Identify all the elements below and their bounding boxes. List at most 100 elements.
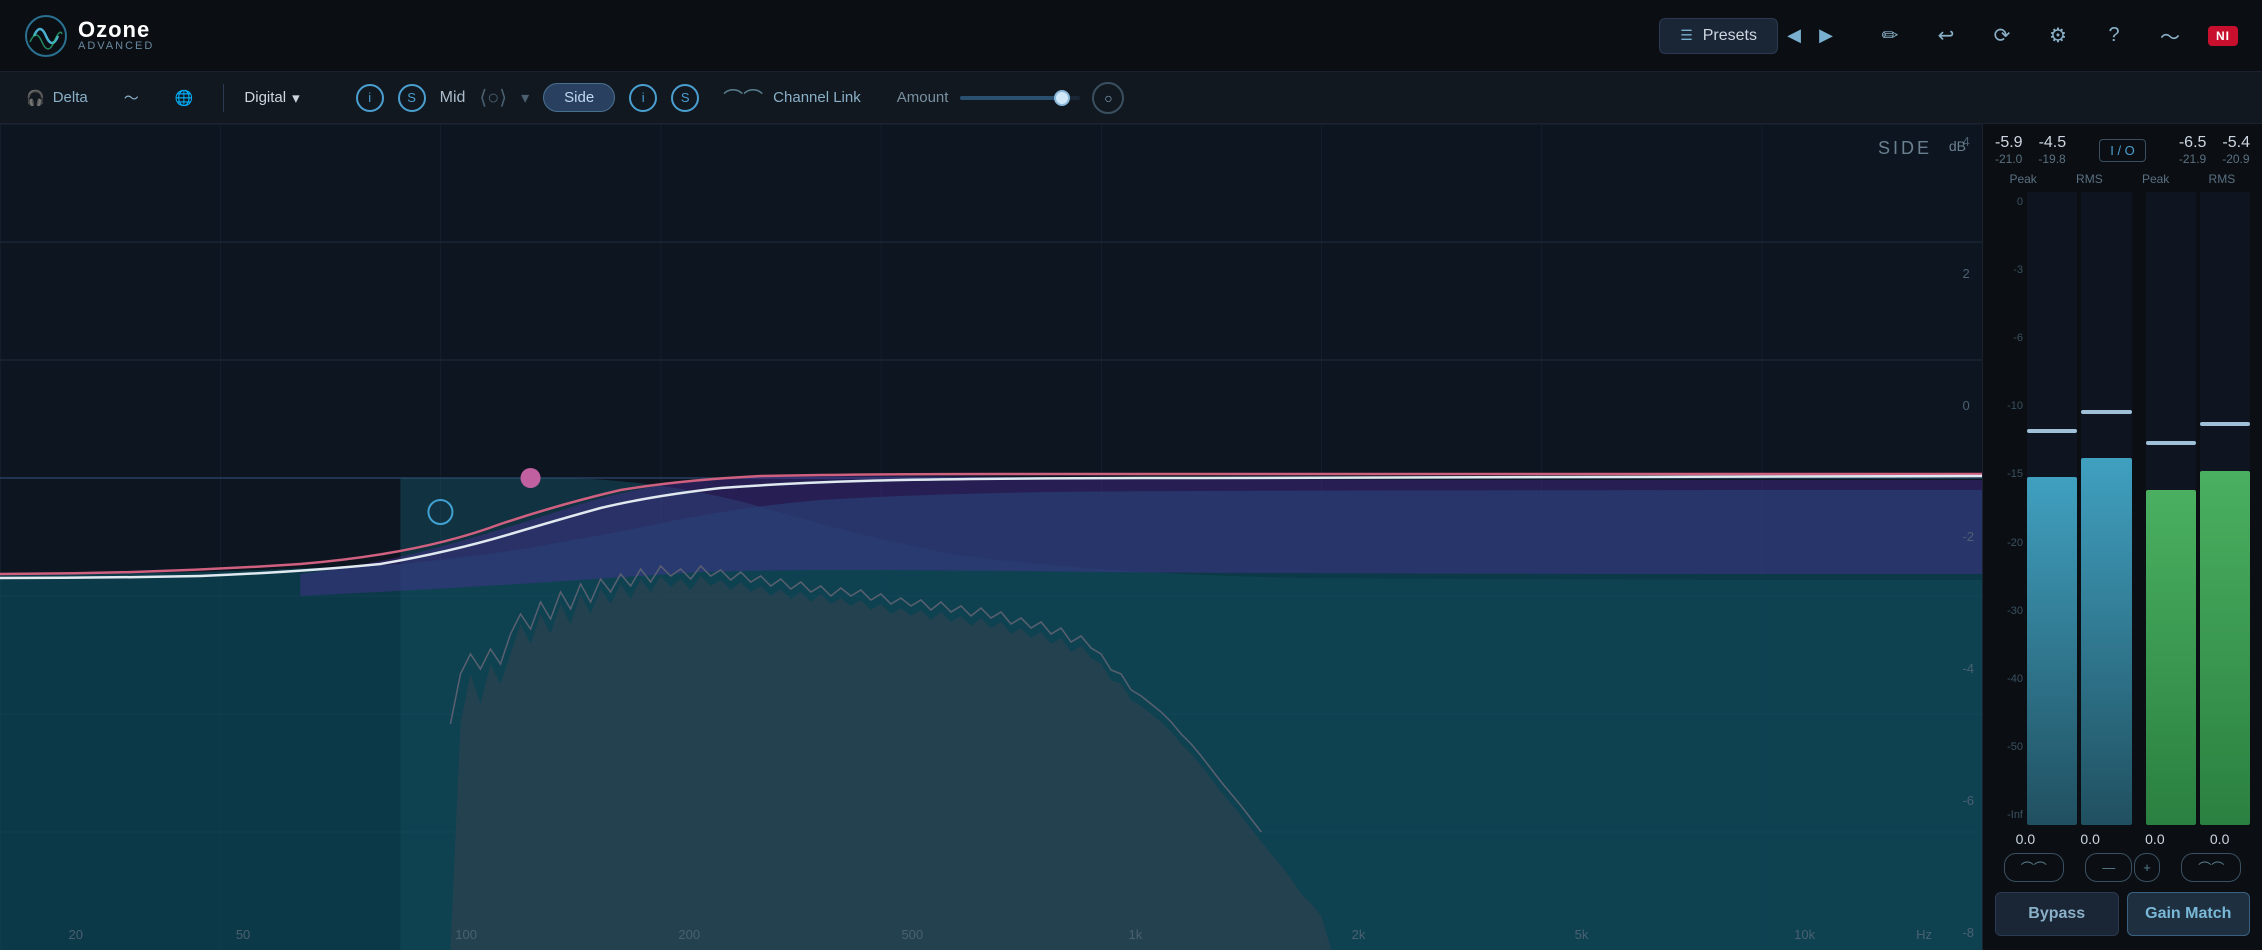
pencil-button[interactable]: ✏ bbox=[1872, 18, 1908, 54]
eq-node-2 bbox=[521, 468, 541, 488]
link-btn-2b[interactable]: + bbox=[2134, 853, 2160, 882]
meter-val-3: 0.0 bbox=[2125, 831, 2186, 847]
settings-button[interactable]: ⚙ bbox=[2040, 18, 2076, 54]
meter-thumb-out-l[interactable] bbox=[2146, 441, 2196, 445]
side-solo-button[interactable]: S bbox=[671, 84, 699, 112]
io-label: I / O bbox=[2110, 143, 2135, 158]
scale-minf: -Inf bbox=[1995, 809, 2023, 821]
mid-label: Mid bbox=[440, 89, 466, 107]
rms-l-val: -21.0 bbox=[1995, 152, 2022, 166]
side-label: Side bbox=[564, 89, 594, 106]
divider bbox=[223, 84, 224, 112]
left-meter-header: -5.9 -4.5 -21.0 -19.8 bbox=[1995, 134, 2066, 166]
scale-m15: -15 bbox=[1995, 468, 2023, 480]
meter-val-row: 0.0 0.0 0.0 0.0 bbox=[1991, 831, 2254, 847]
peak-values-left: -5.9 -4.5 bbox=[1995, 134, 2066, 152]
meter-fill-out-l bbox=[2146, 490, 2196, 825]
delta-button[interactable]: 🎧 Delta bbox=[16, 85, 98, 111]
top-bar: Ozone ADVANCED ☰ Presets ◀ ▶ ✏ ↩ ⟳ ⚙ ? 〜… bbox=[0, 0, 2262, 72]
meter-fill-out-r bbox=[2200, 471, 2250, 825]
channel-link-area: ⌒⌒ Channel Link bbox=[723, 83, 861, 112]
presets-label: Presets bbox=[1703, 27, 1757, 45]
secondary-bar: 🎧 Delta 〜 🌐 Digital ▾ i S Mid ⟨○⟩ ▾ Side… bbox=[0, 72, 2262, 124]
waveform-icon-2: ⟨○⟩ bbox=[479, 85, 507, 110]
meter-bar-group-2 bbox=[2081, 192, 2131, 825]
right-peak-group: -6.5 -5.4 -21.9 -20.9 bbox=[2179, 134, 2250, 166]
app-subtitle: ADVANCED bbox=[78, 41, 154, 52]
meter-bar-out-l[interactable] bbox=[2146, 192, 2196, 825]
meter-thumb-out-r[interactable] bbox=[2200, 422, 2250, 426]
globe-icon: 🌐 bbox=[175, 89, 194, 107]
side-info-button[interactable]: i bbox=[629, 84, 657, 112]
mid-solo-button[interactable]: S bbox=[398, 84, 426, 112]
amount-slider[interactable] bbox=[960, 96, 1080, 100]
rms-values-right: -21.9 -20.9 bbox=[2179, 152, 2250, 166]
meter-divider bbox=[2136, 192, 2142, 825]
rms-label-left: RMS bbox=[2061, 172, 2117, 186]
headphone-icon: 🎧 bbox=[26, 89, 45, 107]
side-button[interactable]: Side bbox=[543, 83, 615, 112]
meter-thumb-in-l[interactable] bbox=[2027, 429, 2077, 433]
link-btn-3[interactable]: ⌒⌒ bbox=[2181, 853, 2241, 882]
meter-scale: 0 -3 -6 -10 -15 -20 -30 -40 -50 -Inf bbox=[1995, 192, 2023, 825]
peak-rms-row: Peak RMS Peak RMS bbox=[1991, 172, 2254, 186]
global-button[interactable]: 🌐 bbox=[165, 85, 204, 111]
amount-label: Amount bbox=[897, 89, 949, 106]
channel-link-label: Channel Link bbox=[773, 89, 861, 106]
meter-bars-container: 0 -3 -6 -10 -15 -20 -30 -40 -50 -Inf bbox=[1991, 192, 2254, 825]
delta-label: Delta bbox=[53, 89, 88, 106]
scale-m10: -10 bbox=[1995, 400, 2023, 412]
logo-icon bbox=[24, 14, 68, 58]
meter-fill-in-l bbox=[2027, 477, 2077, 825]
digital-label: Digital bbox=[244, 89, 286, 106]
eq-display[interactable]: 4 2 0 -2 -4 -6 -8 SIDE dB 20 50 100 200 … bbox=[0, 124, 1982, 950]
peak-values-right: -6.5 -5.4 bbox=[2179, 134, 2250, 152]
chevron-down-icon: ▾ bbox=[292, 89, 300, 107]
main-area: 4 2 0 -2 -4 -6 -8 SIDE dB 20 50 100 200 … bbox=[0, 124, 2262, 950]
scale-m40: -40 bbox=[1995, 673, 2023, 685]
waveform-icon: 〜 bbox=[124, 87, 139, 108]
scale-0: 0 bbox=[1995, 196, 2023, 208]
out-peak-l: -6.5 bbox=[2179, 134, 2207, 152]
meter-bar-in-r[interactable] bbox=[2081, 192, 2131, 825]
mid-info-button[interactable]: i bbox=[356, 84, 384, 112]
presets-button[interactable]: ☰ Presets bbox=[1659, 18, 1778, 54]
meter-bar-out-r[interactable] bbox=[2200, 192, 2250, 825]
meter-header: -5.9 -4.5 -21.0 -19.8 I / O -6.5 -5.4 bbox=[1991, 134, 2254, 166]
meter-bar-in-l[interactable] bbox=[2027, 192, 2077, 825]
bypass-button[interactable]: Bypass bbox=[1995, 892, 2119, 936]
link-btn-2a[interactable]: — bbox=[2085, 853, 2132, 882]
gain-match-button[interactable]: Gain Match bbox=[2127, 892, 2251, 936]
amount-slider-fill bbox=[960, 96, 1056, 100]
meter-val-1: 0.0 bbox=[1995, 831, 2056, 847]
meter-thumb-in-r[interactable] bbox=[2081, 410, 2131, 414]
out-rms-r: -20.9 bbox=[2222, 152, 2249, 166]
meter-bar-group-3 bbox=[2146, 192, 2196, 825]
waveform-button[interactable]: 〜 bbox=[114, 83, 149, 112]
peak-label-right: Peak bbox=[2128, 172, 2184, 186]
rms-values-left: -21.0 -19.8 bbox=[1995, 152, 2066, 166]
amount-area: Amount ○ bbox=[897, 82, 1125, 114]
reset-knob-button[interactable]: ○ bbox=[1092, 82, 1124, 114]
app-title: Ozone bbox=[78, 19, 154, 41]
midi-icon: 〜 bbox=[2152, 18, 2188, 54]
io-button[interactable]: I / O bbox=[2099, 139, 2146, 162]
link-btn-1[interactable]: ⌒⌒ bbox=[2004, 853, 2064, 882]
out-peak-r: -5.4 bbox=[2222, 134, 2250, 152]
history-button[interactable]: ⟳ bbox=[1984, 18, 2020, 54]
eq-svg bbox=[0, 124, 1982, 950]
peak-r-val: -4.5 bbox=[2039, 134, 2067, 152]
next-preset-button[interactable]: ▶ bbox=[1810, 20, 1842, 52]
out-rms-l: -21.9 bbox=[2179, 152, 2206, 166]
bottom-buttons: Bypass Gain Match bbox=[1991, 888, 2254, 940]
help-button[interactable]: ? bbox=[2096, 18, 2132, 54]
undo-button[interactable]: ↩ bbox=[1928, 18, 1964, 54]
scale-m6: -6 bbox=[1995, 332, 2023, 344]
digital-dropdown[interactable]: Digital ▾ bbox=[244, 89, 299, 107]
chevron-down-2: ▾ bbox=[521, 88, 529, 108]
logo-text: Ozone ADVANCED bbox=[78, 19, 154, 52]
link-btn-2-group: — + bbox=[2085, 853, 2160, 882]
mid-side-area: i S Mid ⟨○⟩ ▾ Side i S ⌒⌒ Channel Link bbox=[356, 83, 861, 112]
prev-preset-button[interactable]: ◀ bbox=[1778, 20, 1810, 52]
amount-slider-thumb[interactable] bbox=[1054, 90, 1070, 106]
